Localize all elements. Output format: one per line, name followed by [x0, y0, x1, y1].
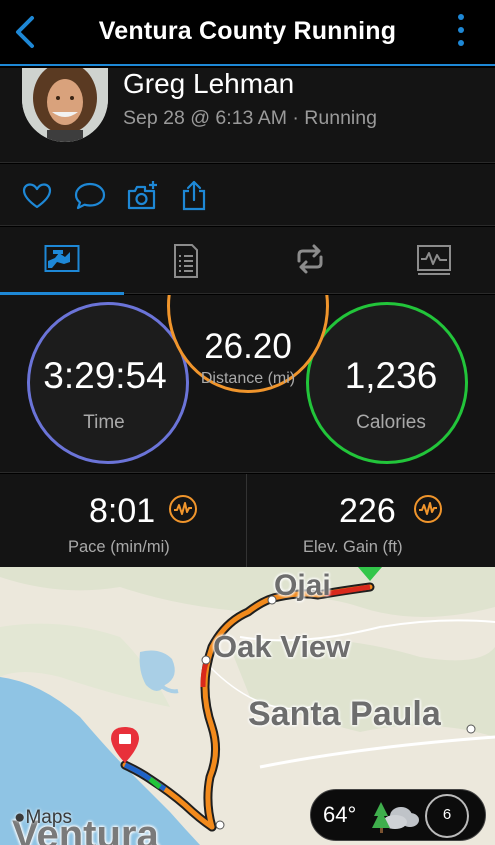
heart-icon	[22, 183, 52, 209]
pace-metric[interactable]: 8:01 Pace (min/mi)	[0, 474, 246, 567]
charts-icon	[417, 245, 451, 275]
laps-icon	[297, 244, 323, 274]
maps-attribution[interactable]: ●Maps	[14, 807, 72, 829]
weather-widget[interactable]: 64° 6	[310, 789, 486, 841]
pace-elevation-row: 8:01 Pace (min/mi) 226 Elev. Gain (ft)	[0, 474, 495, 567]
calories-stat[interactable]: 1,236 Calories	[306, 302, 468, 464]
activity-tabs	[0, 227, 495, 295]
elevation-value: 226	[339, 492, 396, 530]
add-photo-icon	[127, 181, 157, 210]
calories-label: Calories	[356, 412, 426, 433]
pace-chart-icon	[168, 494, 198, 524]
app-header: Ventura County Running	[0, 0, 495, 66]
athlete-name[interactable]: Greg Lehman	[123, 68, 294, 100]
map-label-santa-paula: Santa Paula	[248, 695, 441, 733]
aqi-badge: 6	[425, 794, 469, 838]
distance-stat[interactable]: 26.20 Distance (mi)	[167, 295, 329, 393]
map-label-oak-view: Oak View	[213, 629, 351, 664]
time-value: 3:29:54	[43, 355, 167, 396]
pace-value: 8:01	[89, 492, 156, 530]
avatar[interactable]	[22, 68, 108, 142]
time-label: Time	[83, 412, 125, 433]
partly-cloudy-trees-icon	[372, 802, 419, 833]
route-map[interactable]: Ojai Oak View Santa Paula Ventura ●Maps …	[0, 567, 495, 845]
kebab-menu-icon	[457, 14, 465, 46]
time-stat[interactable]: 3:29:54 Time	[27, 302, 189, 464]
add-photo-button[interactable]	[126, 180, 160, 212]
elevation-label: Elev. Gain (ft)	[303, 538, 403, 556]
tab-laps[interactable]	[248, 227, 372, 294]
elevation-metric[interactable]: 226 Elev. Gain (ft)	[247, 474, 495, 567]
elevation-chart-icon	[413, 494, 443, 524]
weather-temperature: 64°	[323, 802, 357, 827]
tab-summary[interactable]	[0, 227, 124, 295]
comment-icon	[74, 182, 106, 210]
tab-details[interactable]	[124, 227, 248, 294]
share-icon	[182, 180, 206, 211]
calories-value: 1,236	[344, 355, 438, 396]
map-label-ojai: Ojai	[274, 569, 331, 602]
distance-value: 26.20	[204, 327, 292, 366]
share-button[interactable]	[180, 180, 208, 212]
page-title: Ventura County Running	[98, 17, 397, 45]
pace-label: Pace (min/mi)	[68, 538, 170, 556]
activity-profile: Greg Lehman Sep 28 @ 6:13 AM · Running	[0, 68, 495, 163]
more-menu-button[interactable]	[457, 14, 465, 50]
social-actions	[0, 164, 495, 226]
aqi-value: 6	[442, 806, 452, 823]
summary-stats: 3:29:54 Time 1,236 Calories 26.20 Distan…	[0, 295, 495, 473]
activity-meta: Sep 28 @ 6:13 AM · Running	[123, 107, 377, 129]
tab-charts[interactable]	[372, 227, 495, 294]
details-list-icon	[174, 244, 198, 278]
apple-logo-icon: ●	[14, 807, 26, 828]
like-button[interactable]	[21, 180, 53, 212]
distance-label: Distance (mi)	[200, 370, 296, 387]
comment-button[interactable]	[73, 180, 107, 212]
summary-icon	[44, 245, 80, 272]
